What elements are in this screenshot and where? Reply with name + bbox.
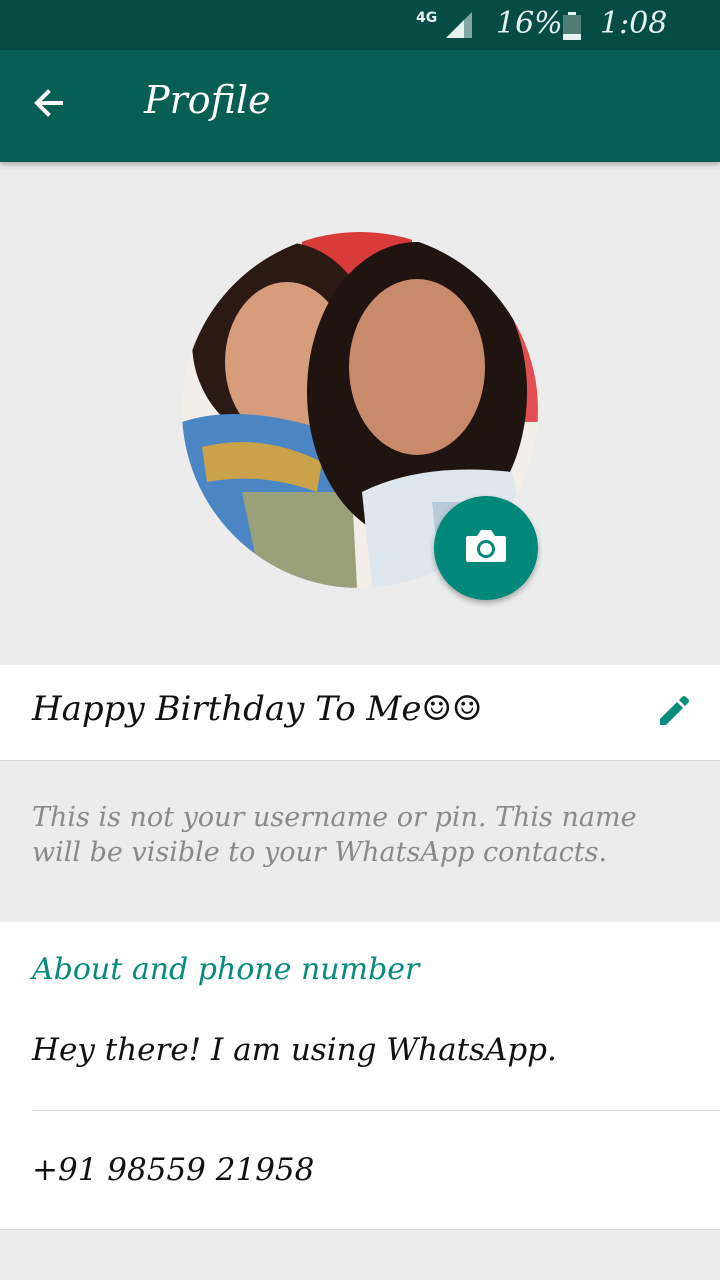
arrow-back-icon — [31, 85, 67, 125]
pencil-icon — [656, 693, 692, 733]
about-status[interactable]: Hey there! I am using WhatsApp. — [32, 1032, 557, 1068]
phone-number: +91 98559 21958 — [32, 1152, 315, 1188]
camera-icon — [464, 528, 508, 568]
battery-icon — [562, 12, 582, 40]
profile-name: Happy Birthday To Me☺☺ — [32, 689, 483, 729]
section-title: About and phone number — [32, 952, 420, 987]
name-row[interactable]: Happy Birthday To Me☺☺ — [0, 665, 720, 761]
about-section: About and phone number Hey there! I am u… — [0, 922, 720, 1230]
divider — [32, 1110, 720, 1111]
battery-percent: 16% — [496, 6, 563, 41]
page-title: Profile — [144, 78, 271, 122]
name-hint: This is not your username or pin. This n… — [32, 802, 637, 868]
status-bar: 4G 16% 1:08 pm — [0, 0, 720, 76]
back-button[interactable] — [24, 80, 74, 130]
network-type: 4G — [416, 10, 438, 26]
change-photo-button[interactable] — [434, 496, 538, 600]
edit-name-button[interactable] — [650, 689, 698, 737]
app-bar: Profile — [0, 50, 720, 162]
signal-icon — [444, 10, 474, 40]
